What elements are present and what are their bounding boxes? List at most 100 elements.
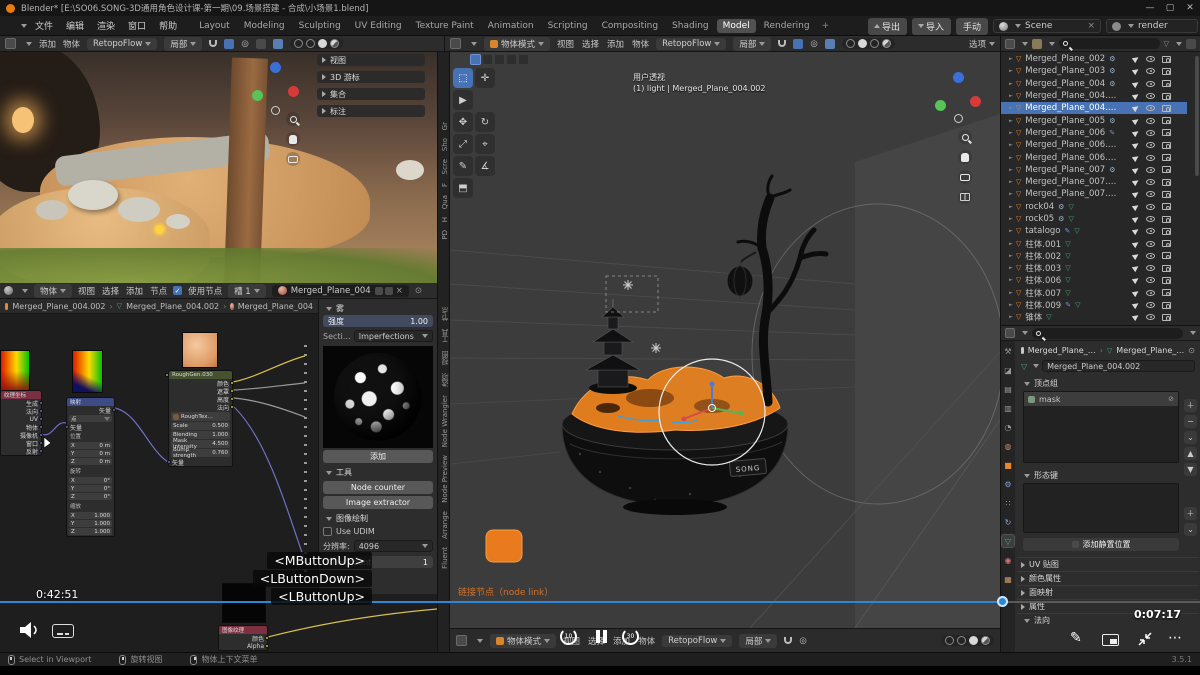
tweak-select-button[interactable] (470, 54, 481, 65)
retopoflow-menu[interactable]: RetopoFlow (87, 38, 157, 50)
expand-arrow-icon[interactable]: ► (1009, 216, 1013, 222)
properties-tab[interactable]: ◔ (1002, 421, 1014, 433)
selectable-toggle-icon[interactable] (1132, 141, 1140, 149)
transform-tool[interactable]: ⌖ (475, 134, 495, 154)
remove-vertex-group-button[interactable]: − (1184, 415, 1197, 428)
menu-item[interactable]: 视图 (78, 285, 95, 297)
close-button[interactable]: ✕ (1180, 3, 1200, 13)
play-tool[interactable]: ▶ (453, 90, 473, 110)
hide-viewport-icon[interactable] (1146, 204, 1155, 210)
value-field[interactable]: Y0 m (69, 450, 112, 457)
workspace-tab[interactable]: Layout (193, 19, 236, 33)
pin-icon[interactable]: ⊙ (1188, 346, 1195, 355)
menu-add[interactable]: 添加 (39, 38, 56, 50)
camera-view-icon[interactable] (286, 152, 300, 166)
mapping-node[interactable]: 映射 矢量 点 矢量 位置 X0 mY0 mZ0 m 旋转 X0°Y0°Z0° … (66, 397, 115, 537)
orientation-dropdown[interactable]: 局部 (733, 37, 771, 51)
properties-tab[interactable]: ◉ (1002, 554, 1014, 566)
add-button[interactable]: 添加 (323, 450, 433, 463)
hide-viewport-icon[interactable] (1146, 265, 1155, 271)
menu-item[interactable]: 添加 (126, 285, 143, 297)
object-name[interactable]: rock04 (1025, 202, 1054, 212)
object-name[interactable]: Merged_Plane_002 (1025, 54, 1105, 64)
object-name[interactable]: 柱体.001 (1025, 238, 1061, 250)
rendered-shading-button[interactable] (882, 39, 891, 48)
gizmo-x-handle[interactable] (682, 417, 687, 422)
menu-item[interactable]: 物体 (638, 635, 655, 647)
object-name[interactable]: Merged_Plane_003 (1025, 66, 1105, 76)
solid-shading-button[interactable] (858, 39, 867, 48)
hide-render-icon[interactable] (1162, 203, 1171, 210)
hide-render-icon[interactable] (1162, 105, 1171, 112)
sidebar-tab[interactable]: Node Preview (441, 455, 449, 503)
hide-viewport-icon[interactable] (1146, 68, 1155, 74)
object-name[interactable]: Merged_Plane_007.001 (1025, 177, 1117, 187)
vertex-groups-panel[interactable]: 顶点组 (1015, 377, 1200, 390)
new-collection-icon[interactable] (1186, 39, 1196, 49)
color-attributes-panel[interactable]: 颜色属性 (1015, 572, 1200, 585)
menu-item[interactable]: 选择 (102, 285, 119, 297)
selectable-toggle-icon[interactable] (1132, 289, 1140, 297)
orange-cube-object[interactable] (486, 530, 522, 562)
object-name[interactable]: Merged_Plane_005 (1025, 116, 1105, 126)
sidebar-tab[interactable]: H (441, 217, 449, 222)
selectable-toggle-icon[interactable] (1132, 252, 1140, 260)
hide-render-icon[interactable] (1162, 240, 1171, 247)
rendered-shading-button[interactable] (981, 636, 990, 645)
sidebar-tab[interactable]: Scre (441, 159, 449, 174)
axis-ball-hollow[interactable] (271, 106, 280, 115)
material-shading-button[interactable] (318, 39, 327, 48)
sidebar-panel-header[interactable]: 3D 游标 (317, 71, 425, 83)
hide-viewport-icon[interactable] (1146, 155, 1155, 161)
object-name[interactable]: 柱体.003 (1025, 262, 1061, 274)
exit-fullscreen-icon[interactable] (1136, 630, 1154, 648)
unlink-icon[interactable]: × (1087, 21, 1095, 31)
breadcrumb-object[interactable]: Merged_Plane_… (1028, 346, 1096, 355)
value-field[interactable]: Y0° (69, 485, 112, 492)
add-vertex-group-button[interactable]: ＋ (1184, 399, 1197, 412)
add-workspace-button[interactable]: + (816, 19, 836, 33)
hide-viewport-icon[interactable] (1146, 241, 1155, 247)
overlays-toggle-icon[interactable] (825, 39, 835, 49)
expand-arrow-icon[interactable]: ► (1009, 191, 1013, 197)
rewind-10-button[interactable]: 10 (560, 628, 577, 645)
node-output-socket[interactable]: 颜色 (219, 634, 267, 642)
scene-selector[interactable]: Scene × (993, 19, 1101, 33)
node-counter-button[interactable]: Node counter (323, 481, 433, 494)
hide-render-icon[interactable] (1162, 129, 1171, 136)
hide-render-icon[interactable] (1162, 252, 1171, 259)
annotate-pencil-icon[interactable]: ✎ (1070, 630, 1082, 646)
mode-dropdown[interactable]: 物体模式 (484, 37, 550, 51)
camera-view-icon[interactable] (958, 170, 972, 184)
node-output-socket[interactable]: Alpha (219, 642, 267, 650)
image-paint-panel-header[interactable]: 图像绘制 (323, 512, 433, 525)
selectable-toggle-icon[interactable] (1132, 190, 1140, 198)
axis-x-ball[interactable] (970, 96, 981, 107)
breadcrumb-item[interactable]: Merged_Plane_004 (238, 302, 313, 311)
properties-tab[interactable]: ⚙ (1002, 478, 1014, 490)
shape-key-specials-button[interactable]: ⌄ (1184, 523, 1197, 536)
collection-icon[interactable] (1032, 39, 1042, 49)
expand-arrow-icon[interactable]: ► (1009, 105, 1013, 111)
hide-render-icon[interactable] (1162, 166, 1171, 173)
object-name[interactable]: Merged_Plane_004.002 (1025, 103, 1117, 113)
expand-arrow-icon[interactable]: ► (1009, 314, 1013, 320)
more-options-icon[interactable]: ⋯ (1168, 630, 1182, 646)
sidebar-panel-header[interactable]: 集合 (317, 88, 425, 100)
hand-pan-icon[interactable] (286, 132, 300, 146)
proportional-edit-icon[interactable]: ◎ (810, 39, 817, 49)
selectable-toggle-icon[interactable] (1132, 301, 1140, 309)
image-texture-node[interactable]: 图像纹理 颜色Alpha (218, 625, 268, 651)
vertex-group-specials-button[interactable]: ⌄ (1184, 431, 1197, 444)
expand-arrow-icon[interactable]: ► (1009, 68, 1013, 74)
filter-funnel-icon[interactable]: ▽ (1164, 40, 1169, 48)
speaker-icon[interactable] (18, 620, 40, 640)
overlays-toggle-icon[interactable] (273, 39, 283, 49)
selectable-toggle-icon[interactable] (1132, 67, 1140, 75)
outliner-row[interactable]: ► ▽ tatalogo ⚙ ✎ ▽ (1001, 225, 1187, 237)
shader-type-icon[interactable] (4, 286, 13, 295)
shader-object-dropdown[interactable]: 物体 (34, 284, 72, 298)
outliner-scrollbar[interactable] (1195, 56, 1199, 176)
menu-item[interactable]: 节点 (150, 285, 167, 297)
sidebar-tab[interactable]: 选项 (440, 373, 450, 387)
